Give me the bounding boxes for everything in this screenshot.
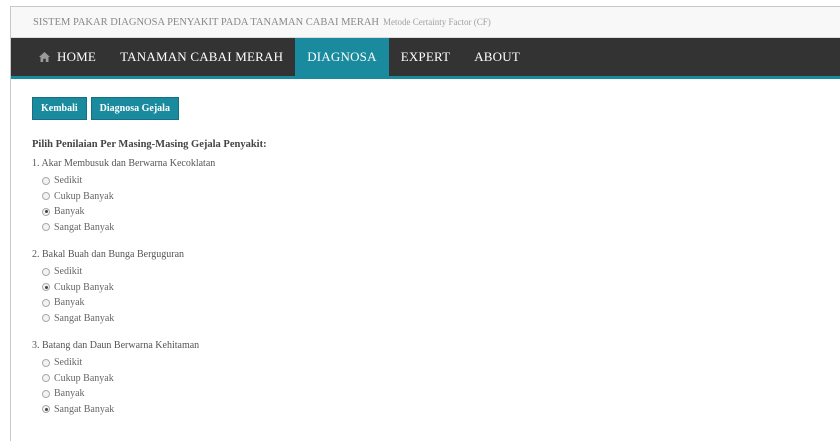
nav-tanaman-label: TANAMAN CABAI MERAH [120, 49, 284, 64]
rating-option[interactable]: Sedikit [42, 173, 840, 189]
rating-option-label: Sangat Banyak [54, 312, 115, 324]
radio-button[interactable] [42, 223, 50, 232]
radio-button[interactable] [42, 374, 50, 383]
radio-button[interactable] [42, 283, 50, 292]
rating-option-label: Sedikit [54, 266, 83, 278]
home-icon [39, 52, 50, 62]
site-subtitle: Metode Certainty Factor (CF) [383, 17, 491, 27]
radio-button[interactable] [42, 298, 50, 307]
symptom-question-label: 2. Bakal Buah dan Bunga Berguguran [32, 249, 185, 260]
symptom-question-label: 3. Batang dan Daun Berwarna Kehitaman [32, 340, 200, 351]
radio-button[interactable] [42, 192, 50, 201]
radio-button[interactable] [42, 207, 50, 216]
rating-option[interactable]: Sedikit [42, 355, 840, 371]
radio-button[interactable] [42, 358, 50, 367]
radio-button[interactable] [42, 176, 50, 185]
rating-option[interactable]: Sangat Banyak [42, 311, 840, 327]
rating-option[interactable]: Cukup Banyak [42, 280, 840, 296]
site-title: SISTEM PAKAR DIAGNOSA PENYAKIT PADA TANA… [33, 16, 380, 28]
nav-home-label: HOME [57, 49, 97, 64]
rating-option[interactable]: Sangat Banyak [42, 220, 840, 236]
nav-expert-label: EXPERT [400, 49, 451, 64]
back-button[interactable]: Kembali [32, 97, 87, 120]
symptom-question-label: 1. Akar Membusuk dan Berwarna Kecoklatan [32, 158, 216, 169]
rating-option[interactable]: Banyak [42, 295, 840, 311]
nav-diagnosa[interactable]: DIAGNOSA [295, 38, 389, 76]
rating-option[interactable]: Sangat Banyak [42, 402, 840, 418]
main-content: Kembali Diagnosa Gejala Pilih Penilaian … [11, 79, 840, 417]
nav-about[interactable]: ABOUT [462, 38, 532, 76]
rating-option-label: Cukup Banyak [54, 281, 114, 293]
nav-expert[interactable]: EXPERT [389, 38, 463, 76]
nav-about-label: ABOUT [474, 49, 520, 64]
rating-option-label: Sedikit [54, 175, 83, 187]
rating-option[interactable]: Sedikit [42, 264, 840, 280]
symptom-question-group: 1. Akar Membusuk dan Berwarna Kecoklatan… [32, 158, 840, 235]
action-buttons: Kembali Diagnosa Gejala [32, 97, 840, 120]
symptom-question-group: 3. Batang dan Daun Berwarna Kehitaman Sed… [32, 340, 840, 417]
nav-diagnosa-label: DIAGNOSA [307, 49, 377, 64]
symptom-question-group: 2. Bakal Buah dan Bunga Berguguran Sediki… [32, 249, 840, 326]
rating-option-label: Sangat Banyak [54, 403, 115, 415]
rating-option-label: Cukup Banyak [54, 190, 114, 202]
browser-frame: SISTEM PAKAR DIAGNOSA PENYAKIT PADA TANA… [10, 6, 840, 441]
rating-option[interactable]: Banyak [42, 204, 840, 220]
rating-option[interactable]: Cukup Banyak [42, 189, 840, 205]
form-heading: Pilih Penilaian Per Masing-Masing Gejala… [32, 139, 267, 150]
diagnose-button[interactable]: Diagnosa Gejala [90, 97, 179, 120]
radio-button[interactable] [42, 314, 50, 323]
site-header: SISTEM PAKAR DIAGNOSA PENYAKIT PADA TANA… [11, 7, 840, 38]
nav-tanaman-cabai-merah[interactable]: TANAMAN CABAI MERAH [108, 38, 295, 76]
rating-option[interactable]: Banyak [42, 386, 840, 402]
rating-option-label: Sangat Banyak [54, 221, 115, 233]
rating-option-label: Cukup Banyak [54, 372, 114, 384]
main-navbar: HOME TANAMAN CABAI MERAH DIAGNOSA EXPERT… [11, 38, 840, 79]
nav-home[interactable]: HOME [27, 38, 108, 76]
rating-option-label: Sedikit [54, 357, 83, 369]
radio-button[interactable] [42, 267, 50, 276]
rating-option-label: Banyak [54, 388, 85, 400]
symptom-questions: 1. Akar Membusuk dan Berwarna Kecoklatan… [32, 158, 840, 417]
radio-button[interactable] [42, 389, 50, 398]
rating-option-label: Banyak [54, 206, 85, 218]
rating-option-label: Banyak [54, 297, 85, 309]
rating-option[interactable]: Cukup Banyak [42, 371, 840, 387]
radio-button[interactable] [42, 405, 50, 414]
